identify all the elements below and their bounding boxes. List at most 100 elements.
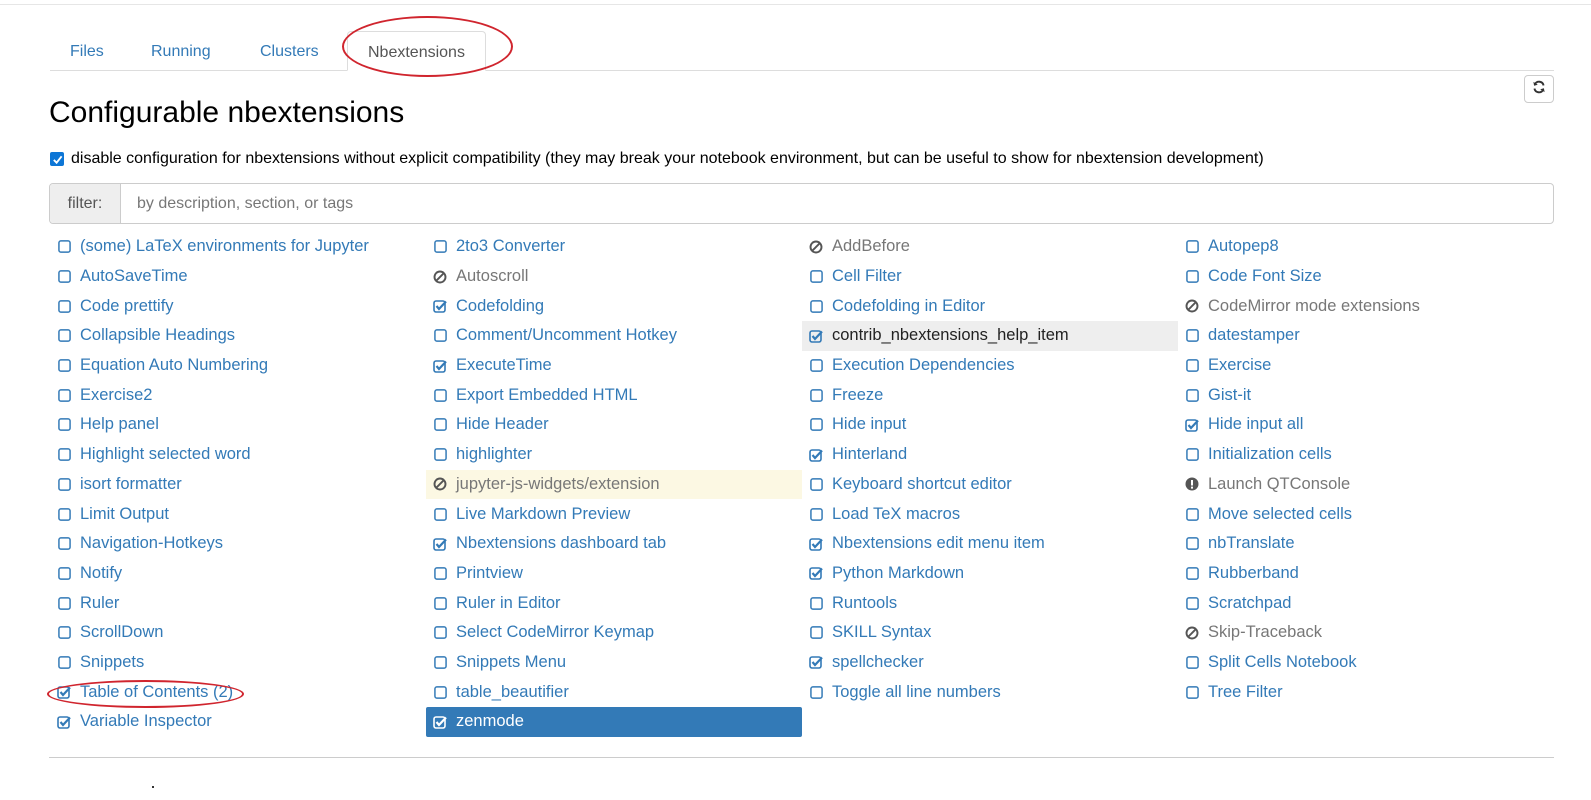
nbext-item-select-codemirror-keymap[interactable]: Select CodeMirror Keymap	[426, 618, 802, 648]
nbext-item-limit-output[interactable]: Limit Output	[50, 499, 426, 529]
nbext-item-isort-formatter[interactable]: isort formatter	[50, 470, 426, 500]
nbext-item-label: Gist-it	[1208, 385, 1252, 404]
nbext-item-codefolding-in-editor[interactable]: Codefolding in Editor	[802, 291, 1178, 321]
nbext-item-codefolding[interactable]: Codefolding	[426, 291, 802, 321]
refresh-button[interactable]	[1524, 75, 1554, 103]
nbext-item-autopep8[interactable]: Autopep8	[1178, 232, 1554, 262]
checkbox-empty-icon	[57, 507, 71, 521]
filter-input[interactable]	[121, 184, 1553, 223]
nbext-item-zenmode[interactable]: zenmode	[426, 707, 802, 737]
nbext-item-label: AddBefore	[832, 237, 910, 256]
tab-running[interactable]: Running	[131, 31, 231, 70]
ban-icon	[1185, 626, 1199, 640]
nbext-item-execution-dependencies[interactable]: Execution Dependencies	[802, 351, 1178, 381]
nbext-item-ruler[interactable]: Ruler	[50, 588, 426, 618]
nbext-item-comment-uncomment-hotkey[interactable]: Comment/Uncomment Hotkey	[426, 321, 802, 351]
nbext-item-toggle-all-line-numbers[interactable]: Toggle all line numbers	[802, 677, 1178, 707]
stray-dot	[152, 786, 154, 788]
checkbox-checked-icon	[57, 685, 71, 699]
nbext-item-label: Printview	[456, 563, 523, 582]
nbext-item-label: Snippets	[80, 652, 145, 671]
checkbox-empty-icon	[433, 655, 447, 669]
nbext-item-notify[interactable]: Notify	[50, 559, 426, 589]
nbext-item-live-markdown-preview[interactable]: Live Markdown Preview	[426, 499, 802, 529]
nbext-item-table-of-contents-2[interactable]: Table of Contents (2)	[50, 677, 426, 707]
nbext-item-navigation-hotkeys[interactable]: Navigation-Hotkeys	[50, 529, 426, 559]
nbext-item-rubberband[interactable]: Rubberband	[1178, 559, 1554, 589]
nbext-item-cell-filter[interactable]: Cell Filter	[802, 262, 1178, 292]
nbext-item-skill-syntax[interactable]: SKILL Syntax	[802, 618, 1178, 648]
nbext-item-variable-inspector[interactable]: Variable Inspector	[50, 707, 426, 737]
nbext-item-label: Runtools	[832, 593, 898, 612]
nbext-item-freeze[interactable]: Freeze	[802, 380, 1178, 410]
nbext-item-datestamper[interactable]: datestamper	[1178, 321, 1554, 351]
nbext-item-split-cells-notebook[interactable]: Split Cells Notebook	[1178, 648, 1554, 678]
top-divider	[0, 4, 1591, 5]
nbext-item-highlighter[interactable]: highlighter	[426, 440, 802, 470]
nbext-item-snippets[interactable]: Snippets	[50, 648, 426, 678]
checkbox-empty-icon	[1185, 329, 1199, 343]
checkbox-empty-icon	[433, 388, 447, 402]
nbext-item-label: Freeze	[832, 385, 884, 404]
nbext-item-table-beautifier[interactable]: table_beautifier	[426, 677, 802, 707]
nbext-item-hide-input[interactable]: Hide input	[802, 410, 1178, 440]
nbext-item-skip-traceback[interactable]: Skip-Traceback	[1178, 618, 1554, 648]
nbext-item-jupyter-js-widgets-extension[interactable]: jupyter-js-widgets/extension	[426, 469, 802, 500]
nbext-item-runtools[interactable]: Runtools	[802, 588, 1178, 618]
nbext-item-label: Notify	[80, 563, 123, 582]
checkbox-empty-icon	[1185, 507, 1199, 521]
nbext-item-hide-header[interactable]: Hide Header	[426, 410, 802, 440]
nbext-item-label: AutoSaveTime	[80, 267, 188, 286]
nbext-item-launch-qtconsole[interactable]: Launch QTConsole	[1178, 470, 1554, 500]
nbext-item-executetime[interactable]: ExecuteTime	[426, 351, 802, 381]
nbext-item-label: Equation Auto Numbering	[80, 356, 269, 375]
nbext-item-keyboard-shortcut-editor[interactable]: Keyboard shortcut editor	[802, 470, 1178, 500]
nbext-item-nbextensions-edit-menu-item[interactable]: Nbextensions edit menu item	[802, 529, 1178, 559]
nbext-item-help-panel[interactable]: Help panel	[50, 410, 426, 440]
nbext-item-gist-it[interactable]: Gist-it	[1178, 380, 1554, 410]
nbext-item-printview[interactable]: Printview	[426, 559, 802, 589]
nbext-item-label: Skip-Traceback	[1208, 623, 1323, 642]
nbext-item-autoscroll[interactable]: Autoscroll	[426, 262, 802, 292]
nbext-item-nbextensions-dashboard-tab[interactable]: Nbextensions dashboard tab	[426, 529, 802, 559]
checkbox-empty-icon	[809, 388, 823, 402]
compat-checkbox[interactable]	[50, 152, 64, 166]
nbext-item-addbefore[interactable]: AddBefore	[802, 232, 1178, 262]
nbext-item-scrolldown[interactable]: ScrollDown	[50, 618, 426, 648]
nbext-item-code-font-size[interactable]: Code Font Size	[1178, 262, 1554, 292]
nbext-item-initialization-cells[interactable]: Initialization cells	[1178, 440, 1554, 470]
nbext-item-ruler-in-editor[interactable]: Ruler in Editor	[426, 588, 802, 618]
nbext-item-python-markdown[interactable]: Python Markdown	[802, 559, 1178, 589]
nbext-item-exercise[interactable]: Exercise	[1178, 351, 1554, 381]
nbext-item-some-latex-environments-for-jupyter[interactable]: (some) LaTeX environments for Jupyter	[50, 232, 426, 262]
nbext-item-highlight-selected-word[interactable]: Highlight selected word	[50, 440, 426, 470]
nbext-item-move-selected-cells[interactable]: Move selected cells	[1178, 499, 1554, 529]
nbext-item-nbtranslate[interactable]: nbTranslate	[1178, 529, 1554, 559]
nbext-item-label: Hide input	[832, 415, 907, 434]
nbext-item-hinterland[interactable]: Hinterland	[802, 440, 1178, 470]
checkbox-empty-icon	[57, 299, 71, 313]
nbext-item-label: Autoscroll	[456, 267, 529, 286]
nbext-item-autosavetime[interactable]: AutoSaveTime	[50, 262, 426, 292]
checkbox-checked-icon	[57, 715, 71, 729]
nbext-item-code-prettify[interactable]: Code prettify	[50, 291, 426, 321]
nbext-item-collapsible-headings[interactable]: Collapsible Headings	[50, 321, 426, 351]
tab-nbextensions[interactable]: Nbextensions	[347, 31, 486, 71]
nbext-item-load-tex-macros[interactable]: Load TeX macros	[802, 499, 1178, 529]
nbext-item-codemirror-mode-extensions[interactable]: CodeMirror mode extensions	[1178, 291, 1554, 321]
checkbox-empty-icon	[57, 448, 71, 462]
nbext-item-snippets-menu[interactable]: Snippets Menu	[426, 648, 802, 678]
nbext-item-2to3-converter[interactable]: 2to3 Converter	[426, 232, 802, 262]
nbext-item-spellchecker[interactable]: spellchecker	[802, 648, 1178, 678]
nbext-item-label: SKILL Syntax	[832, 623, 932, 642]
nbext-item-tree-filter[interactable]: Tree Filter	[1178, 677, 1554, 707]
nbext-item-equation-auto-numbering[interactable]: Equation Auto Numbering	[50, 351, 426, 381]
nbext-item-export-embedded-html[interactable]: Export Embedded HTML	[426, 380, 802, 410]
nbext-item-hide-input-all[interactable]: Hide input all	[1178, 410, 1554, 440]
checkbox-empty-icon	[809, 299, 823, 313]
nbext-item-exercise2[interactable]: Exercise2	[50, 380, 426, 410]
nbext-item-contrib-nbextensions-help-item[interactable]: contrib_nbextensions_help_item	[802, 321, 1178, 351]
tab-clusters[interactable]: Clusters	[240, 31, 339, 70]
nbext-item-scratchpad[interactable]: Scratchpad	[1178, 588, 1554, 618]
tab-files[interactable]: Files	[50, 31, 124, 70]
